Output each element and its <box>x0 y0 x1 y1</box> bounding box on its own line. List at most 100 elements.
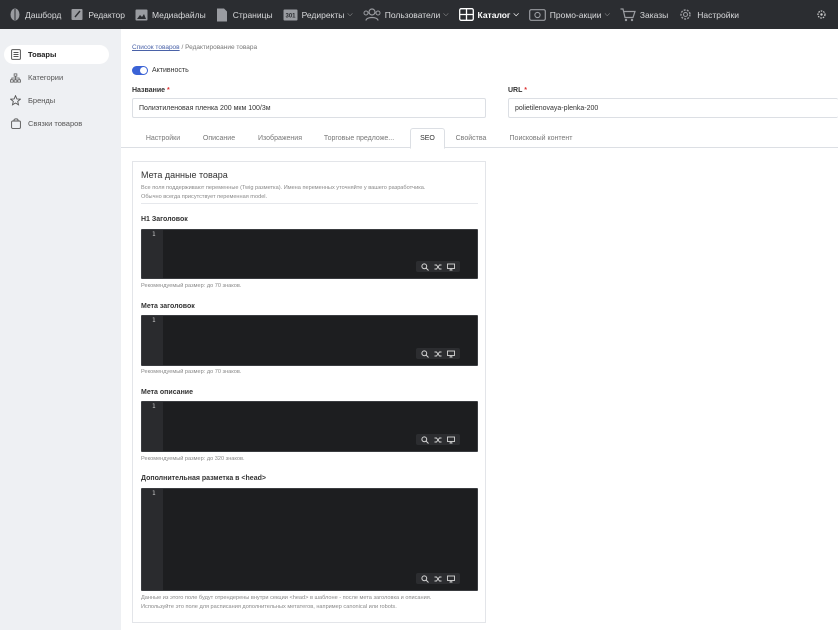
top-navigation: Дашборд Редактор Медиафайлы Страницы 301… <box>0 0 838 29</box>
editor-toolbar <box>416 434 460 445</box>
meta-title-label: Мета заголовок <box>141 303 195 310</box>
tab-seo[interactable]: SEO <box>410 128 445 149</box>
head-markup-hint: Данные из этого поле будут отрендерены в… <box>141 594 431 611</box>
sitemap-icon <box>10 72 21 83</box>
nav-media[interactable]: Медиафайлы <box>135 0 206 29</box>
seo-desc-line-1: Все поля поддерживают переменные (Twig р… <box>141 185 426 191</box>
editor-toolbar <box>416 348 460 359</box>
cart-icon <box>620 7 636 21</box>
url-input[interactable]: polietilenovaya-plenka-200 <box>508 98 838 118</box>
required-mark: * <box>524 87 527 94</box>
search-icon[interactable] <box>421 349 429 358</box>
seo-desc-line-2: Обычно всегда присутствует переменная mo… <box>141 193 268 200</box>
line-number: 1 <box>152 317 156 324</box>
editor-gutter <box>142 489 163 590</box>
name-input[interactable]: Полиэтиленовая пленка 200 мкм 100/3м <box>132 98 486 118</box>
main-content: Список товаров / Редактирование товара А… <box>121 29 838 630</box>
nav-editor-label: Редактор <box>88 9 125 20</box>
meta-title-hint: Рекомендуемый размер: до 70 знаков. <box>141 369 242 375</box>
seo-panel-title: Мета данные товара <box>141 170 228 180</box>
search-icon[interactable] <box>421 435 429 444</box>
monitor-icon[interactable] <box>447 575 456 583</box>
active-toggle-label: Активность <box>152 67 189 74</box>
search-icon[interactable] <box>421 574 429 583</box>
tab-settings[interactable]: Настройки <box>138 128 188 148</box>
tab-description[interactable]: Описание <box>194 128 244 148</box>
sidebar-item-brands[interactable]: Бренды <box>4 91 109 110</box>
pages-icon <box>216 8 229 21</box>
search-icon[interactable] <box>421 262 429 271</box>
nav-pages[interactable]: Страницы <box>216 0 273 29</box>
sidebar-item-label: Категории <box>28 73 64 82</box>
h1-code-editor[interactable]: 1 <box>141 229 478 279</box>
nav-orders[interactable]: Заказы <box>620 0 668 29</box>
shuffle-icon[interactable] <box>434 436 442 444</box>
line-number: 1 <box>152 490 156 497</box>
nav-promo[interactable]: Промо-акции ⌵ <box>528 0 610 29</box>
nav-users[interactable]: Пользователи ⌵ <box>363 0 449 29</box>
h1-hint: Рекомендуемый размер: до 70 знаков. <box>141 283 242 289</box>
monitor-icon[interactable] <box>447 350 456 358</box>
chevron-down-icon: ⌵ <box>347 10 353 18</box>
tab-offers[interactable]: Торговые предложе... <box>317 128 401 148</box>
sidebar-item-label: Связки товаров <box>28 119 83 128</box>
nav-promo-label: Промо-акции <box>549 9 602 20</box>
product-tabs: Настройки Описание Изображения Торговые … <box>121 128 838 149</box>
nav-dashboard[interactable]: Дашборд <box>8 0 61 29</box>
nav-orders-label: Заказы <box>639 9 669 20</box>
active-toggle-row: Активность <box>132 66 189 75</box>
chevron-down-icon: ⌵ <box>443 10 449 18</box>
breadcrumb-current: Редактирование товара <box>185 44 258 51</box>
sidebar-item-label: Товары <box>28 50 57 59</box>
divider <box>141 203 478 204</box>
nav-settings-label: Настройки <box>697 9 739 20</box>
nav-users-label: Пользователи <box>384 9 441 20</box>
h1-label: H1 Заголовок <box>141 216 188 223</box>
monitor-icon[interactable] <box>447 436 456 444</box>
gear-icon <box>678 8 693 21</box>
editor-toolbar <box>416 573 460 584</box>
active-toggle[interactable] <box>132 66 148 75</box>
head-markup-hint-line-2: Используйте это поле для расписания допо… <box>141 603 397 610</box>
meta-title-code-editor[interactable]: 1 <box>141 315 478 366</box>
edit-icon <box>71 8 84 21</box>
tab-properties[interactable]: Свойства <box>451 128 491 148</box>
seo-panel-description: Все поля поддерживают переменные (Twig р… <box>141 184 471 201</box>
tab-images[interactable]: Изображения <box>250 128 310 148</box>
promo-icon <box>528 8 546 21</box>
head-markup-hint-line-1: Данные из этого поле будут отрендерены в… <box>141 595 432 601</box>
shuffle-icon[interactable] <box>434 575 442 583</box>
name-label: Название * <box>132 87 170 94</box>
nav-pages-label: Страницы <box>232 9 273 20</box>
catalog-grid-icon <box>458 8 474 21</box>
bag-icon <box>10 118 21 129</box>
sidebar-item-bundles[interactable]: Связки товаров <box>4 114 109 133</box>
head-markup-code-editor[interactable]: 1 <box>141 488 478 591</box>
star-icon <box>10 95 21 106</box>
list-icon <box>10 49 21 60</box>
redirect-301-icon: 301 <box>283 8 298 21</box>
leaf-icon <box>8 8 21 21</box>
url-label: URL * <box>508 87 527 94</box>
nav-redirects[interactable]: 301 Редиректы ⌵ <box>283 0 353 29</box>
nav-settings[interactable]: Настройки <box>678 0 739 29</box>
shuffle-icon[interactable] <box>434 350 442 358</box>
monitor-icon[interactable] <box>447 263 456 271</box>
shuffle-icon[interactable] <box>434 263 442 271</box>
seo-panel: Мета данные товара Все поля поддерживают… <box>132 161 486 623</box>
sidebar-item-categories[interactable]: Категории <box>4 68 109 87</box>
meta-description-code-editor[interactable]: 1 <box>141 401 478 452</box>
name-label-text: Название <box>132 87 166 94</box>
nav-editor[interactable]: Редактор <box>71 0 125 29</box>
head-markup-label: Дополнительная разметка в <head> <box>141 475 266 482</box>
editor-toolbar <box>416 261 460 272</box>
line-number: 1 <box>152 403 156 410</box>
sidebar-item-products[interactable]: Товары <box>4 45 109 64</box>
tab-search-content[interactable]: Поисковый контент <box>503 128 579 148</box>
nav-media-label: Медиафайлы <box>151 9 206 20</box>
settings-dots-icon[interactable] <box>815 8 828 21</box>
breadcrumb-link-products[interactable]: Список товаров <box>132 44 180 51</box>
sidebar: Товары Категории Бренды Связки товаров <box>0 29 121 630</box>
nav-catalog[interactable]: Каталог ⌵ <box>458 0 519 29</box>
sidebar-item-label: Бренды <box>28 96 56 105</box>
